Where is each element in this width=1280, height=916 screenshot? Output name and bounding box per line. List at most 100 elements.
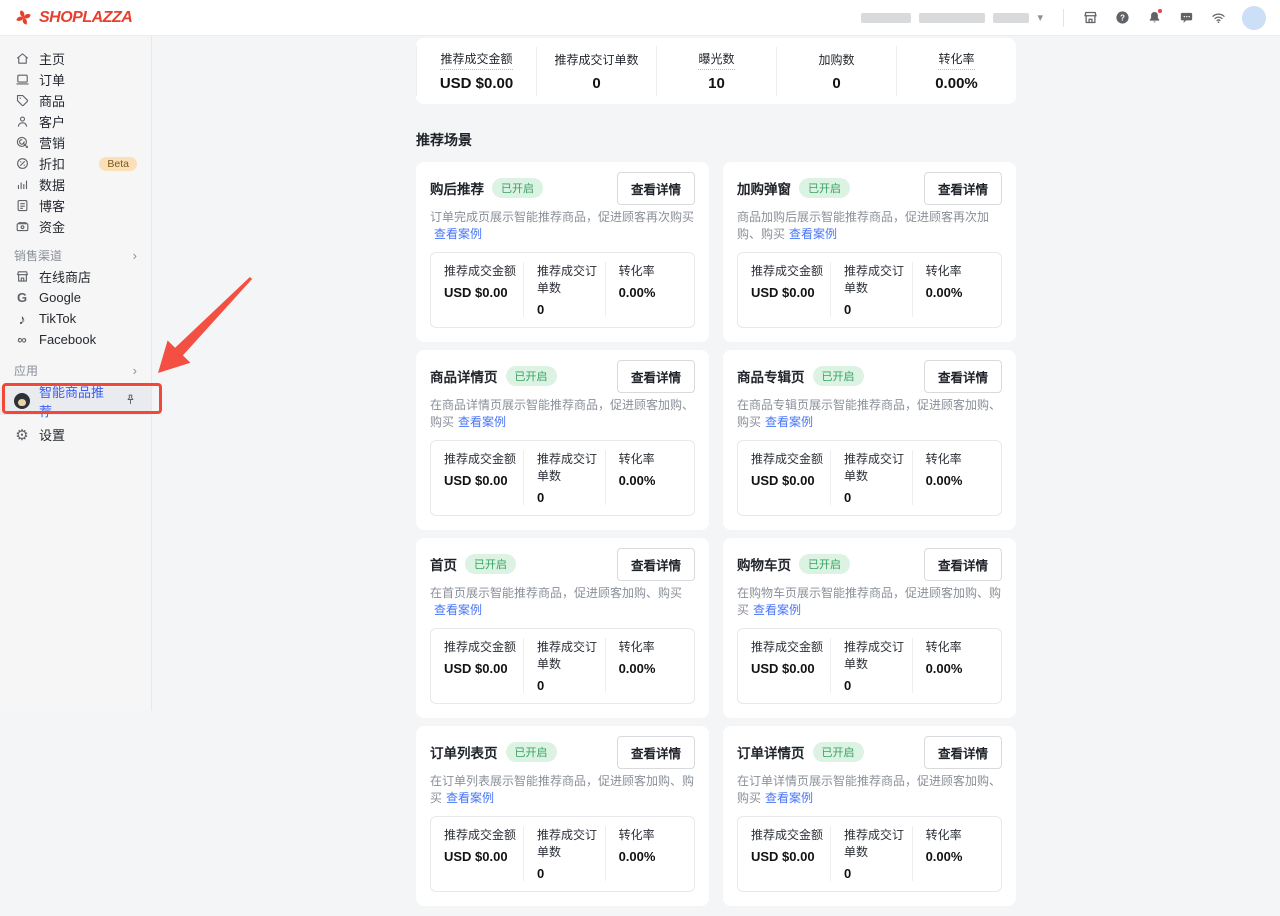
status-badge: 已开启	[813, 742, 864, 762]
metric-value: USD $0.00	[751, 661, 830, 676]
metric-label: 转化率	[619, 826, 694, 843]
view-details-button[interactable]: 查看详情	[924, 736, 1002, 769]
masked-store-name	[861, 13, 911, 23]
metric-label: 推荐成交金额	[444, 826, 523, 843]
sidebar-item[interactable]: ♪ TikTok	[0, 308, 151, 329]
view-case-link[interactable]: 查看案例	[434, 603, 482, 617]
divider	[1063, 9, 1064, 27]
wifi-icon[interactable]	[1205, 5, 1231, 31]
sidebar-item[interactable]: 折扣 Beta	[0, 153, 151, 174]
sidebar-item-label: 博客	[39, 196, 65, 215]
store-selector[interactable]: ▾	[861, 11, 1053, 24]
scene-metrics-box: 推荐成交金额 USD $0.00 推荐成交订单数 0 转化率 0.00%	[737, 816, 1002, 892]
brand-name: SHOPLAZZA	[39, 9, 132, 27]
metric-label: 推荐成交订单数	[537, 262, 605, 296]
overview-metric: 推荐成交金额 USD $0.00	[416, 46, 536, 96]
sidebar-item-label: 智能商品推荐	[39, 382, 115, 420]
sidebar-item[interactable]: 数据	[0, 174, 151, 195]
metric-value: 0	[537, 490, 605, 505]
notification-red-dot	[1157, 8, 1163, 14]
sidebar-group-sales-channels[interactable]: 销售渠道 ›	[0, 245, 151, 266]
masked-store-name	[919, 13, 985, 23]
metric-value: USD $0.00	[751, 285, 830, 300]
scene-card-description: 订单完成页展示智能推荐商品，促进顾客再次购买	[430, 210, 694, 224]
sidebar-item-smart-recommendation[interactable]: 智能商品推荐	[0, 387, 151, 415]
view-case-link[interactable]: 查看案例	[765, 415, 813, 429]
scene-card-description: 商品加购后展示智能推荐商品，促进顾客再次加购、购买	[737, 210, 989, 241]
overview-metric: 加购数 0	[776, 47, 896, 96]
sidebar-item-label: Facebook	[39, 332, 96, 347]
metric-label: 推荐成交订单数	[844, 638, 912, 672]
sidebar-item[interactable]: 博客	[0, 195, 151, 216]
scene-card-title: 加购弹窗	[737, 178, 791, 198]
scene-card-title: 购后推荐	[430, 178, 484, 198]
scene-card-title: 首页	[430, 554, 457, 574]
chat-icon[interactable]	[1173, 5, 1199, 31]
status-badge: 已开启	[813, 366, 864, 386]
sidebar-item[interactable]: 主页	[0, 48, 151, 69]
top-header: SHOPLAZZA ▾ ?	[0, 0, 1280, 36]
sidebar-item[interactable]: 订单	[0, 69, 151, 90]
sidebar: 主页 订单 商品 客户 营销	[0, 36, 152, 711]
chevron-down-icon: ▾	[1037, 11, 1043, 24]
status-badge: 已开启	[492, 178, 543, 198]
svg-text:?: ?	[1120, 13, 1125, 22]
metric-value: 0.00%	[619, 473, 694, 488]
metric-value: 0	[844, 490, 912, 505]
section-title-scenes: 推荐场景	[416, 130, 1016, 150]
metric-value: 0.00%	[926, 285, 1001, 300]
sidebar-item-label: Google	[39, 290, 81, 305]
view-details-button[interactable]: 查看详情	[617, 736, 695, 769]
view-case-link[interactable]: 查看案例	[446, 791, 494, 805]
facebook-icon: ∞	[14, 332, 30, 348]
sidebar-item[interactable]: ∞ Facebook	[0, 329, 151, 350]
view-case-link[interactable]: 查看案例	[765, 791, 813, 805]
scene-card: 订单列表页 已开启 查看详情 在订单列表展示智能推荐商品，促进顾客加购、购买查看…	[416, 726, 709, 906]
discount-icon	[14, 156, 30, 172]
status-badge: 已开启	[799, 178, 850, 198]
scene-card-title: 订单详情页	[737, 742, 805, 762]
sidebar-item-label: 数据	[39, 175, 65, 194]
overview-metric-label: 推荐成交金额	[440, 50, 512, 70]
sidebar-item[interactable]: 在线商店	[0, 266, 151, 287]
pin-icon[interactable]	[124, 393, 137, 409]
view-details-button[interactable]: 查看详情	[924, 548, 1002, 581]
scene-card: 商品专辑页 已开启 查看详情 在商品专辑页展示智能推荐商品，促进顾客加购、购买查…	[723, 350, 1016, 530]
metric-label: 推荐成交金额	[751, 826, 830, 843]
view-details-button[interactable]: 查看详情	[924, 172, 1002, 205]
scene-card: 商品详情页 已开启 查看详情 在商品详情页展示智能推荐商品，促进顾客加购、购买查…	[416, 350, 709, 530]
sidebar-item[interactable]: 客户	[0, 111, 151, 132]
sidebar-item[interactable]: 营销	[0, 132, 151, 153]
overview-metric-value: USD $0.00	[417, 75, 536, 92]
sidebar-item-label: 折扣	[39, 154, 65, 173]
view-case-link[interactable]: 查看案例	[789, 227, 837, 241]
view-details-button[interactable]: 查看详情	[617, 360, 695, 393]
view-details-button[interactable]: 查看详情	[924, 360, 1002, 393]
metric-value: 0	[537, 866, 605, 881]
sidebar-item[interactable]: G Google	[0, 287, 151, 308]
view-details-button[interactable]: 查看详情	[617, 172, 695, 205]
scene-card-title: 商品专辑页	[737, 366, 805, 386]
status-badge: 已开启	[465, 554, 516, 574]
view-case-link[interactable]: 查看案例	[753, 603, 801, 617]
avatar[interactable]	[1242, 6, 1266, 30]
overview-metric-value: 0	[777, 75, 896, 92]
view-case-link[interactable]: 查看案例	[434, 227, 482, 241]
storefront-icon[interactable]	[1077, 5, 1103, 31]
notifications-icon[interactable]	[1141, 5, 1167, 31]
metric-label: 推荐成交订单数	[844, 262, 912, 296]
settings-icon: ⚙	[14, 427, 30, 443]
shoplazza-logo[interactable]: SHOPLAZZA	[14, 8, 132, 27]
sidebar-item[interactable]: 资金	[0, 216, 151, 237]
sidebar-channels-nav: 在线商店 G Google ♪ TikTok ∞ Facebook	[0, 266, 151, 350]
help-icon[interactable]: ?	[1109, 5, 1135, 31]
online-store-icon	[14, 269, 30, 285]
view-details-button[interactable]: 查看详情	[617, 548, 695, 581]
view-case-link[interactable]: 查看案例	[458, 415, 506, 429]
sidebar-item-settings[interactable]: ⚙ 设置	[0, 424, 151, 445]
scene-metrics-box: 推荐成交金额 USD $0.00 推荐成交订单数 0 转化率 0.00%	[737, 252, 1002, 328]
sidebar-group-apps[interactable]: 应用 ›	[0, 360, 151, 381]
sidebar-main-nav: 主页 订单 商品 客户 营销	[0, 48, 151, 237]
sidebar-item[interactable]: 商品	[0, 90, 151, 111]
header-icon-group: ?	[1074, 5, 1234, 31]
